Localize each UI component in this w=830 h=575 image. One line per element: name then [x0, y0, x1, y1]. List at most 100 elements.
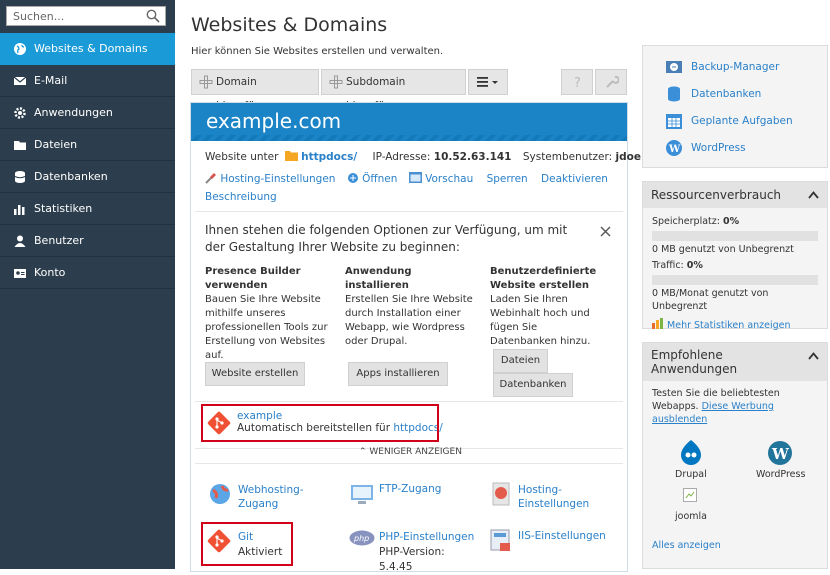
nav-dateien[interactable]: Dateien [0, 129, 175, 161]
install-apps-button[interactable]: Apps installieren [348, 362, 448, 386]
nav-benutzer[interactable]: Benutzer [0, 225, 175, 257]
help-icon: ? [574, 76, 581, 89]
databases-button[interactable]: Datenbanken [493, 373, 573, 397]
create-website-button[interactable]: Website erstellen [205, 362, 305, 386]
resources-title: Ressourcenverbrauch [651, 188, 782, 202]
nav-konto[interactable]: Konto [0, 257, 175, 289]
scheduled-tasks-link[interactable]: Geplante Aufgaben [691, 115, 793, 127]
svg-text:W: W [668, 144, 681, 155]
webhosting-link[interactable]: Webhosting-Zugang [238, 483, 308, 511]
option-text: Laden Sie Ihren Webinhalt hoch und fügen… [490, 294, 591, 347]
hosting-settings-link[interactable]: Hosting-Einstellungen [220, 173, 335, 185]
preview-icon [408, 172, 422, 183]
wordpress-icon: W [768, 441, 792, 465]
domain-info-row: Website unter httpdocs/ IP-Adresse: 10.5… [205, 151, 641, 163]
nav-statistiken[interactable]: Statistiken [0, 193, 175, 225]
more-menu-button[interactable] [468, 69, 508, 95]
tools-button[interactable] [595, 69, 627, 95]
show-all-link[interactable]: Alles anzeigen [652, 540, 721, 551]
disk-label: Speicherplatz: [652, 216, 720, 227]
preview-link[interactable]: Vorschau [425, 173, 473, 185]
highlight-box [201, 522, 293, 566]
wordpress-link[interactable]: WordPress [691, 142, 746, 154]
mail-icon [13, 76, 27, 85]
nav-datenbanken[interactable]: Datenbanken [0, 161, 175, 193]
plus-icon [329, 75, 343, 89]
show-less-label: WENIGER ANZEIGEN [369, 447, 462, 457]
drupal-app[interactable]: Drupal [675, 469, 707, 480]
nav-websites-domains[interactable]: Websites & Domains [0, 33, 175, 65]
sysuser-label: Systembenutzer: [522, 151, 613, 163]
traffic-usage-bar [652, 275, 818, 285]
plus-icon [199, 75, 213, 89]
hosting-settings-tool-link[interactable]: Hosting-Einstellungen [518, 483, 593, 511]
add-domain-button[interactable]: Domain hinzufügen [191, 69, 319, 112]
page-subtitle: Hier können Sie Websites erstellen und v… [191, 46, 444, 57]
hosting-tools-icon [205, 173, 216, 184]
folder-icon [14, 141, 26, 150]
iis-settings-link[interactable]: IIS-Einstellungen [518, 530, 606, 542]
nav-label: Benutzer [34, 234, 84, 247]
search-placeholder: Suchen... [13, 10, 65, 23]
disk-pct: 0% [722, 216, 740, 227]
tool-webhosting[interactable]: Webhosting-Zugang [238, 483, 308, 511]
nav-email[interactable]: E-Mail [0, 65, 175, 97]
tool-php-settings[interactable]: PHP-Einstellungen PHP-Version: 5.4.45 [379, 530, 474, 575]
search-icon[interactable] [146, 9, 160, 23]
description-row: Beschreibung [205, 191, 277, 203]
page-title: Websites & Domains [191, 14, 388, 36]
option-heading: Anwendung installieren [345, 266, 412, 291]
domain-panel: example.com Website unter httpdocs/ IP-A… [190, 102, 641, 575]
highlight-box [201, 404, 439, 442]
user-icon [14, 235, 26, 247]
nav-label: Dateien [34, 138, 78, 151]
php-icon: php [349, 530, 375, 546]
tool-ftp[interactable]: FTP-Zugang [379, 483, 441, 495]
apps-intro: Testen Sie die beliebtesten Webapps. Die… [643, 381, 827, 432]
nav-label: Statistiken [34, 202, 93, 215]
svg-text:W: W [771, 445, 790, 463]
option-install-app: Anwendung installieren Erstellen Sie Ihr… [345, 265, 475, 349]
nav-label: E-Mail [34, 74, 68, 87]
nav-anwendungen[interactable]: Anwendungen [0, 97, 175, 129]
files-button[interactable]: Dateien [493, 349, 548, 373]
description-link[interactable]: Beschreibung [205, 191, 277, 203]
open-link[interactable]: Öffnen [362, 173, 397, 185]
ftp-link[interactable]: FTP-Zugang [379, 483, 441, 495]
collapse-icon[interactable] [808, 352, 819, 360]
collapse-icon[interactable] [808, 191, 819, 199]
disk-usage-text: 0 MB genutzt von Unbegrenzt [652, 244, 794, 255]
account-icon [14, 269, 26, 278]
docroot-link[interactable]: httpdocs/ [301, 151, 357, 163]
database-icon [668, 86, 680, 102]
nav-label: Websites & Domains [34, 42, 148, 55]
option-presence-builder: Presence Builder verwenden Bauen Sie Ihr… [205, 265, 335, 363]
php-settings-link[interactable]: PHP-Einstellungen [379, 531, 474, 543]
backup-manager-link[interactable]: Backup-Manager [691, 61, 779, 73]
more-stats-link[interactable]: Mehr Statistiken anzeigen [667, 320, 791, 331]
gear-icon [14, 107, 26, 119]
traffic-usage-text: 0 MB/Monat genutzt von Unbegrenzt [652, 288, 769, 312]
add-subdomain-button[interactable]: Subdomain hinzufügen [321, 69, 466, 112]
search-input[interactable]: Suchen... [6, 6, 166, 26]
deactivate-link[interactable]: Deaktivieren [541, 173, 608, 185]
quick-links-panel: Backup-Manager Datenbanken Geplante Aufg… [642, 45, 828, 168]
joomla-app[interactable]: joomla [675, 511, 707, 522]
wordpress-app[interactable]: WordPress [756, 469, 805, 480]
suspend-link[interactable]: Sperren [487, 173, 528, 185]
close-icon[interactable] [600, 226, 611, 237]
globe-icon [14, 43, 26, 55]
sidebar: Suchen... Websites & Domains E-Mail Anwe… [0, 0, 175, 569]
help-button[interactable]: ? [561, 69, 593, 95]
tool-hosting-settings[interactable]: Hosting-Einstellungen [518, 483, 593, 511]
show-less-toggle[interactable]: ⌃ WENIGER ANZEIGEN [359, 447, 462, 457]
tool-iis-settings[interactable]: IIS-Einstellungen [518, 530, 606, 542]
domain-name: example.com [206, 109, 342, 133]
hosting-settings-icon [492, 482, 510, 506]
main-content: Websites & Domains Hier können Sie Websi… [175, 0, 830, 575]
nav-label: Anwendungen [34, 106, 113, 119]
option-custom-website: Benutzerdefinierte Website erstellen Lad… [490, 265, 605, 349]
databases-link[interactable]: Datenbanken [691, 88, 761, 100]
sysuser-value: jdoe [615, 151, 641, 163]
options-intro: Ihnen stehen die folgenden Optionen zur … [205, 223, 568, 254]
